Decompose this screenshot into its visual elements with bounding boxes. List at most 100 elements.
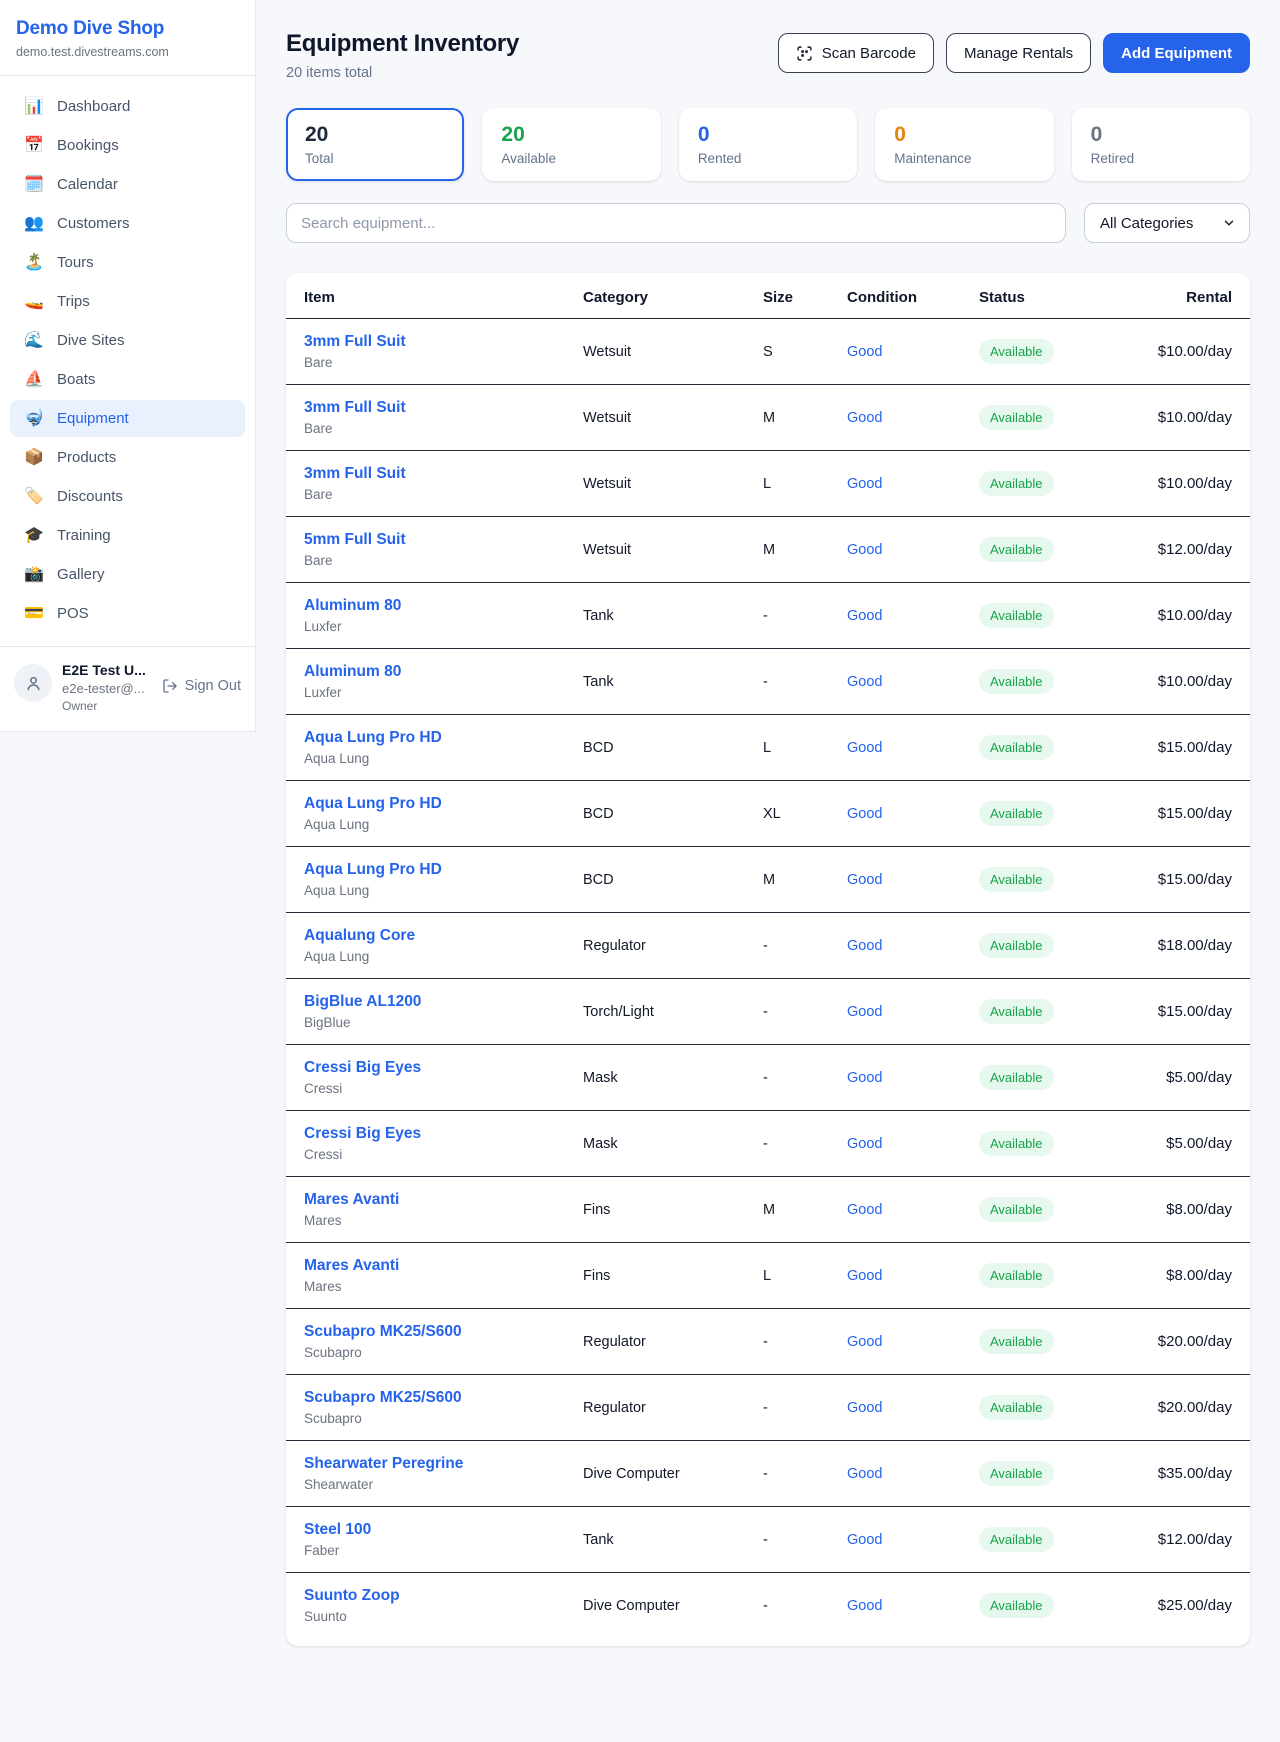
sidebar-item-label: Discounts xyxy=(57,488,123,505)
item-rental-rate: $5.00/day xyxy=(1166,1135,1232,1152)
item-name-link[interactable]: Aqua Lung Pro HD xyxy=(304,861,583,879)
sidebar-item-boats[interactable]: ⛵ Boats xyxy=(10,361,245,398)
item-name-link[interactable]: Aqua Lung Pro HD xyxy=(304,729,583,747)
stat-value: 0 xyxy=(698,123,838,147)
island-icon: 🏝️ xyxy=(24,255,44,271)
item-size: - xyxy=(763,1507,847,1573)
item-name-link[interactable]: Steel 100 xyxy=(304,1521,583,1539)
item-name-link[interactable]: 3mm Full Suit xyxy=(304,465,583,483)
sidebar-item-customers[interactable]: 👥 Customers xyxy=(10,205,245,242)
item-condition-link[interactable]: Good xyxy=(847,1268,882,1284)
sidebar-item-discounts[interactable]: 🏷️ Discounts xyxy=(10,478,245,515)
item-condition-link[interactable]: Good xyxy=(847,542,882,558)
sidebar-item-dashboard[interactable]: 📊 Dashboard xyxy=(10,88,245,125)
item-name-link[interactable]: Aqualung Core xyxy=(304,927,583,945)
stat-card-rented[interactable]: 0 Rented xyxy=(679,108,857,181)
item-condition-link[interactable]: Good xyxy=(847,1400,882,1416)
item-category: BCD xyxy=(583,715,763,781)
item-condition-link[interactable]: Good xyxy=(847,1202,882,1218)
stat-card-available[interactable]: 20 Available xyxy=(482,108,660,181)
item-condition-link[interactable]: Good xyxy=(847,938,882,954)
item-condition-link[interactable]: Good xyxy=(847,1532,882,1548)
item-size: - xyxy=(763,1375,847,1441)
search-input[interactable] xyxy=(286,203,1066,243)
item-condition-link[interactable]: Good xyxy=(847,410,882,426)
item-rental-rate: $10.00/day xyxy=(1158,673,1232,690)
status-badge: Available xyxy=(979,537,1054,562)
stat-card-total[interactable]: 20 Total xyxy=(286,108,464,181)
item-size: - xyxy=(763,1309,847,1375)
category-select-value: All Categories xyxy=(1100,215,1193,232)
item-brand: Aqua Lung xyxy=(304,949,583,964)
table-row: Scubapro MK25/S600 Scubapro Regulator - … xyxy=(286,1309,1250,1375)
item-condition-link[interactable]: Good xyxy=(847,476,882,492)
item-name-link[interactable]: Mares Avanti xyxy=(304,1191,583,1209)
items-total-count: 20 items total xyxy=(286,65,519,81)
item-name-link[interactable]: Scubapro MK25/S600 xyxy=(304,1323,583,1341)
sidebar-item-gallery[interactable]: 📸 Gallery xyxy=(10,556,245,593)
item-name-link[interactable]: Cressi Big Eyes xyxy=(304,1125,583,1143)
item-condition-link[interactable]: Good xyxy=(847,1598,882,1614)
user-name: E2E Test U... xyxy=(62,662,152,678)
sign-out-label: Sign Out xyxy=(185,678,241,694)
item-name-link[interactable]: 5mm Full Suit xyxy=(304,531,583,549)
add-equipment-button[interactable]: Add Equipment xyxy=(1103,33,1250,73)
manage-rentals-button[interactable]: Manage Rentals xyxy=(946,33,1091,73)
item-condition-link[interactable]: Good xyxy=(847,1070,882,1086)
person-icon xyxy=(24,674,43,693)
item-condition-link[interactable]: Good xyxy=(847,1466,882,1482)
item-condition-link[interactable]: Good xyxy=(847,806,882,822)
sidebar-item-pos[interactable]: 💳 POS xyxy=(10,595,245,632)
item-brand: Cressi xyxy=(304,1147,583,1162)
sidebar-item-training[interactable]: 🎓 Training xyxy=(10,517,245,554)
item-name-link[interactable]: Aluminum 80 xyxy=(304,597,583,615)
stat-value: 0 xyxy=(894,123,1034,147)
item-brand: Cressi xyxy=(304,1081,583,1096)
equipment-inventory-page: Demo Dive Shop demo.test.divestreams.com… xyxy=(0,0,1280,1742)
category-select[interactable]: All Categories xyxy=(1084,203,1250,243)
sidebar-item-trips[interactable]: 🚤 Trips xyxy=(10,283,245,320)
sidebar-item-equipment[interactable]: 🤿 Equipment xyxy=(10,400,245,437)
item-condition-link[interactable]: Good xyxy=(847,1136,882,1152)
item-name-link[interactable]: Suunto Zoop xyxy=(304,1587,583,1605)
equipment-table-card: Item Category Size Condition Status Rent… xyxy=(286,273,1250,1646)
column-header-item: Item xyxy=(286,275,583,319)
item-name-link[interactable]: Aqua Lung Pro HD xyxy=(304,795,583,813)
scan-barcode-button[interactable]: Scan Barcode xyxy=(778,33,934,73)
item-condition-link[interactable]: Good xyxy=(847,344,882,360)
sidebar-item-products[interactable]: 📦 Products xyxy=(10,439,245,476)
item-condition-link[interactable]: Good xyxy=(847,1004,882,1020)
item-name-link[interactable]: BigBlue AL1200 xyxy=(304,993,583,1011)
stat-card-maintenance[interactable]: 0 Maintenance xyxy=(875,108,1053,181)
item-name-link[interactable]: Aluminum 80 xyxy=(304,663,583,681)
table-row: Aqua Lung Pro HD Aqua Lung BCD M Good Av… xyxy=(286,847,1250,913)
sidebar-item-tours[interactable]: 🏝️ Tours xyxy=(10,244,245,281)
item-brand: Scubapro xyxy=(304,1411,583,1426)
sidebar-item-dive-sites[interactable]: 🌊 Dive Sites xyxy=(10,322,245,359)
item-brand: BigBlue xyxy=(304,1015,583,1030)
item-brand: Shearwater xyxy=(304,1477,583,1492)
page-title: Equipment Inventory xyxy=(286,30,519,58)
item-name-link[interactable]: Scubapro MK25/S600 xyxy=(304,1389,583,1407)
item-condition-link[interactable]: Good xyxy=(847,674,882,690)
item-name-link[interactable]: 3mm Full Suit xyxy=(304,399,583,417)
item-name-link[interactable]: Shearwater Peregrine xyxy=(304,1455,583,1473)
credit-card-icon: 💳 xyxy=(24,606,44,622)
sign-out-button[interactable]: Sign Out xyxy=(162,678,241,694)
table-row: Cressi Big Eyes Cressi Mask - Good Avail… xyxy=(286,1111,1250,1177)
item-condition-link[interactable]: Good xyxy=(847,608,882,624)
item-condition-link[interactable]: Good xyxy=(847,740,882,756)
item-category: BCD xyxy=(583,847,763,913)
graduation-cap-icon: 🎓 xyxy=(24,528,44,544)
item-name-link[interactable]: 3mm Full Suit xyxy=(304,333,583,351)
sidebar-item-calendar[interactable]: 🗓️ Calendar xyxy=(10,166,245,203)
table-row: Steel 100 Faber Tank - Good Available $1… xyxy=(286,1507,1250,1573)
status-badge: Available xyxy=(979,1131,1054,1156)
sidebar-item-bookings[interactable]: 📅 Bookings xyxy=(10,127,245,164)
item-name-link[interactable]: Mares Avanti xyxy=(304,1257,583,1275)
stat-card-retired[interactable]: 0 Retired xyxy=(1072,108,1250,181)
item-condition-link[interactable]: Good xyxy=(847,872,882,888)
shop-logo-link[interactable]: Demo Dive Shop xyxy=(16,18,239,40)
item-name-link[interactable]: Cressi Big Eyes xyxy=(304,1059,583,1077)
item-condition-link[interactable]: Good xyxy=(847,1334,882,1350)
